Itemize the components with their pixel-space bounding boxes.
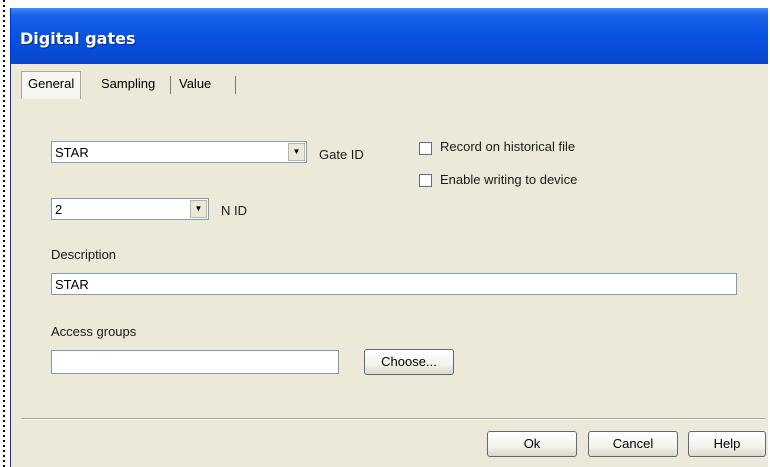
cancel-button[interactable]: Cancel (588, 431, 678, 457)
title-bar[interactable]: Digital gates (11, 8, 768, 64)
access-groups-input[interactable] (51, 350, 339, 374)
choose-button-label: Choose... (381, 354, 437, 369)
n-id-label: N ID (221, 203, 247, 218)
gate-id-value: STAR (55, 145, 89, 160)
window-title: Digital gates (20, 29, 136, 48)
tab-sampling[interactable]: Sampling (95, 72, 162, 96)
description-value: STAR (55, 277, 89, 292)
general-tab-panel: STAR ▼ Gate ID Record on historical file… (21, 99, 766, 412)
tab-separator (170, 76, 171, 94)
access-groups-label: Access groups (51, 324, 137, 339)
tab-value-label: Value (179, 76, 212, 91)
n-id-value: 2 (55, 202, 63, 217)
help-button[interactable]: Help (688, 431, 766, 457)
tab-general[interactable]: General (21, 71, 82, 99)
record-historical-label: Record on historical file (440, 139, 576, 154)
choose-button[interactable]: Choose... (364, 349, 454, 375)
dialog-window: Digital gates General Sampling Value STA… (10, 8, 768, 467)
tab-value[interactable]: Value (173, 72, 218, 96)
footer-divider (21, 418, 766, 420)
help-button-label: Help (713, 436, 741, 451)
chevron-down-icon[interactable]: ▼ (190, 200, 207, 218)
window-edge-dotted-line (3, 0, 5, 467)
gate-id-label: Gate ID (319, 147, 364, 162)
desktop-edge (0, 0, 10, 467)
enable-writing-label: Enable writing to device (440, 172, 578, 187)
tab-separator (235, 76, 236, 94)
tab-general-label: General (28, 76, 75, 91)
ok-button-label: Ok (523, 436, 541, 451)
tab-sampling-label: Sampling (101, 76, 156, 91)
ok-button[interactable]: Ok (487, 431, 577, 457)
enable-writing-checkbox[interactable] (419, 174, 432, 187)
record-historical-checkbox[interactable] (419, 142, 432, 155)
gate-id-combobox[interactable]: STAR ▼ (51, 141, 307, 163)
description-input[interactable]: STAR (51, 273, 737, 295)
description-label: Description (51, 247, 117, 262)
chevron-down-icon[interactable]: ▼ (288, 143, 305, 161)
cancel-button-label: Cancel (612, 436, 654, 451)
n-id-combobox[interactable]: 2 ▼ (51, 198, 209, 220)
